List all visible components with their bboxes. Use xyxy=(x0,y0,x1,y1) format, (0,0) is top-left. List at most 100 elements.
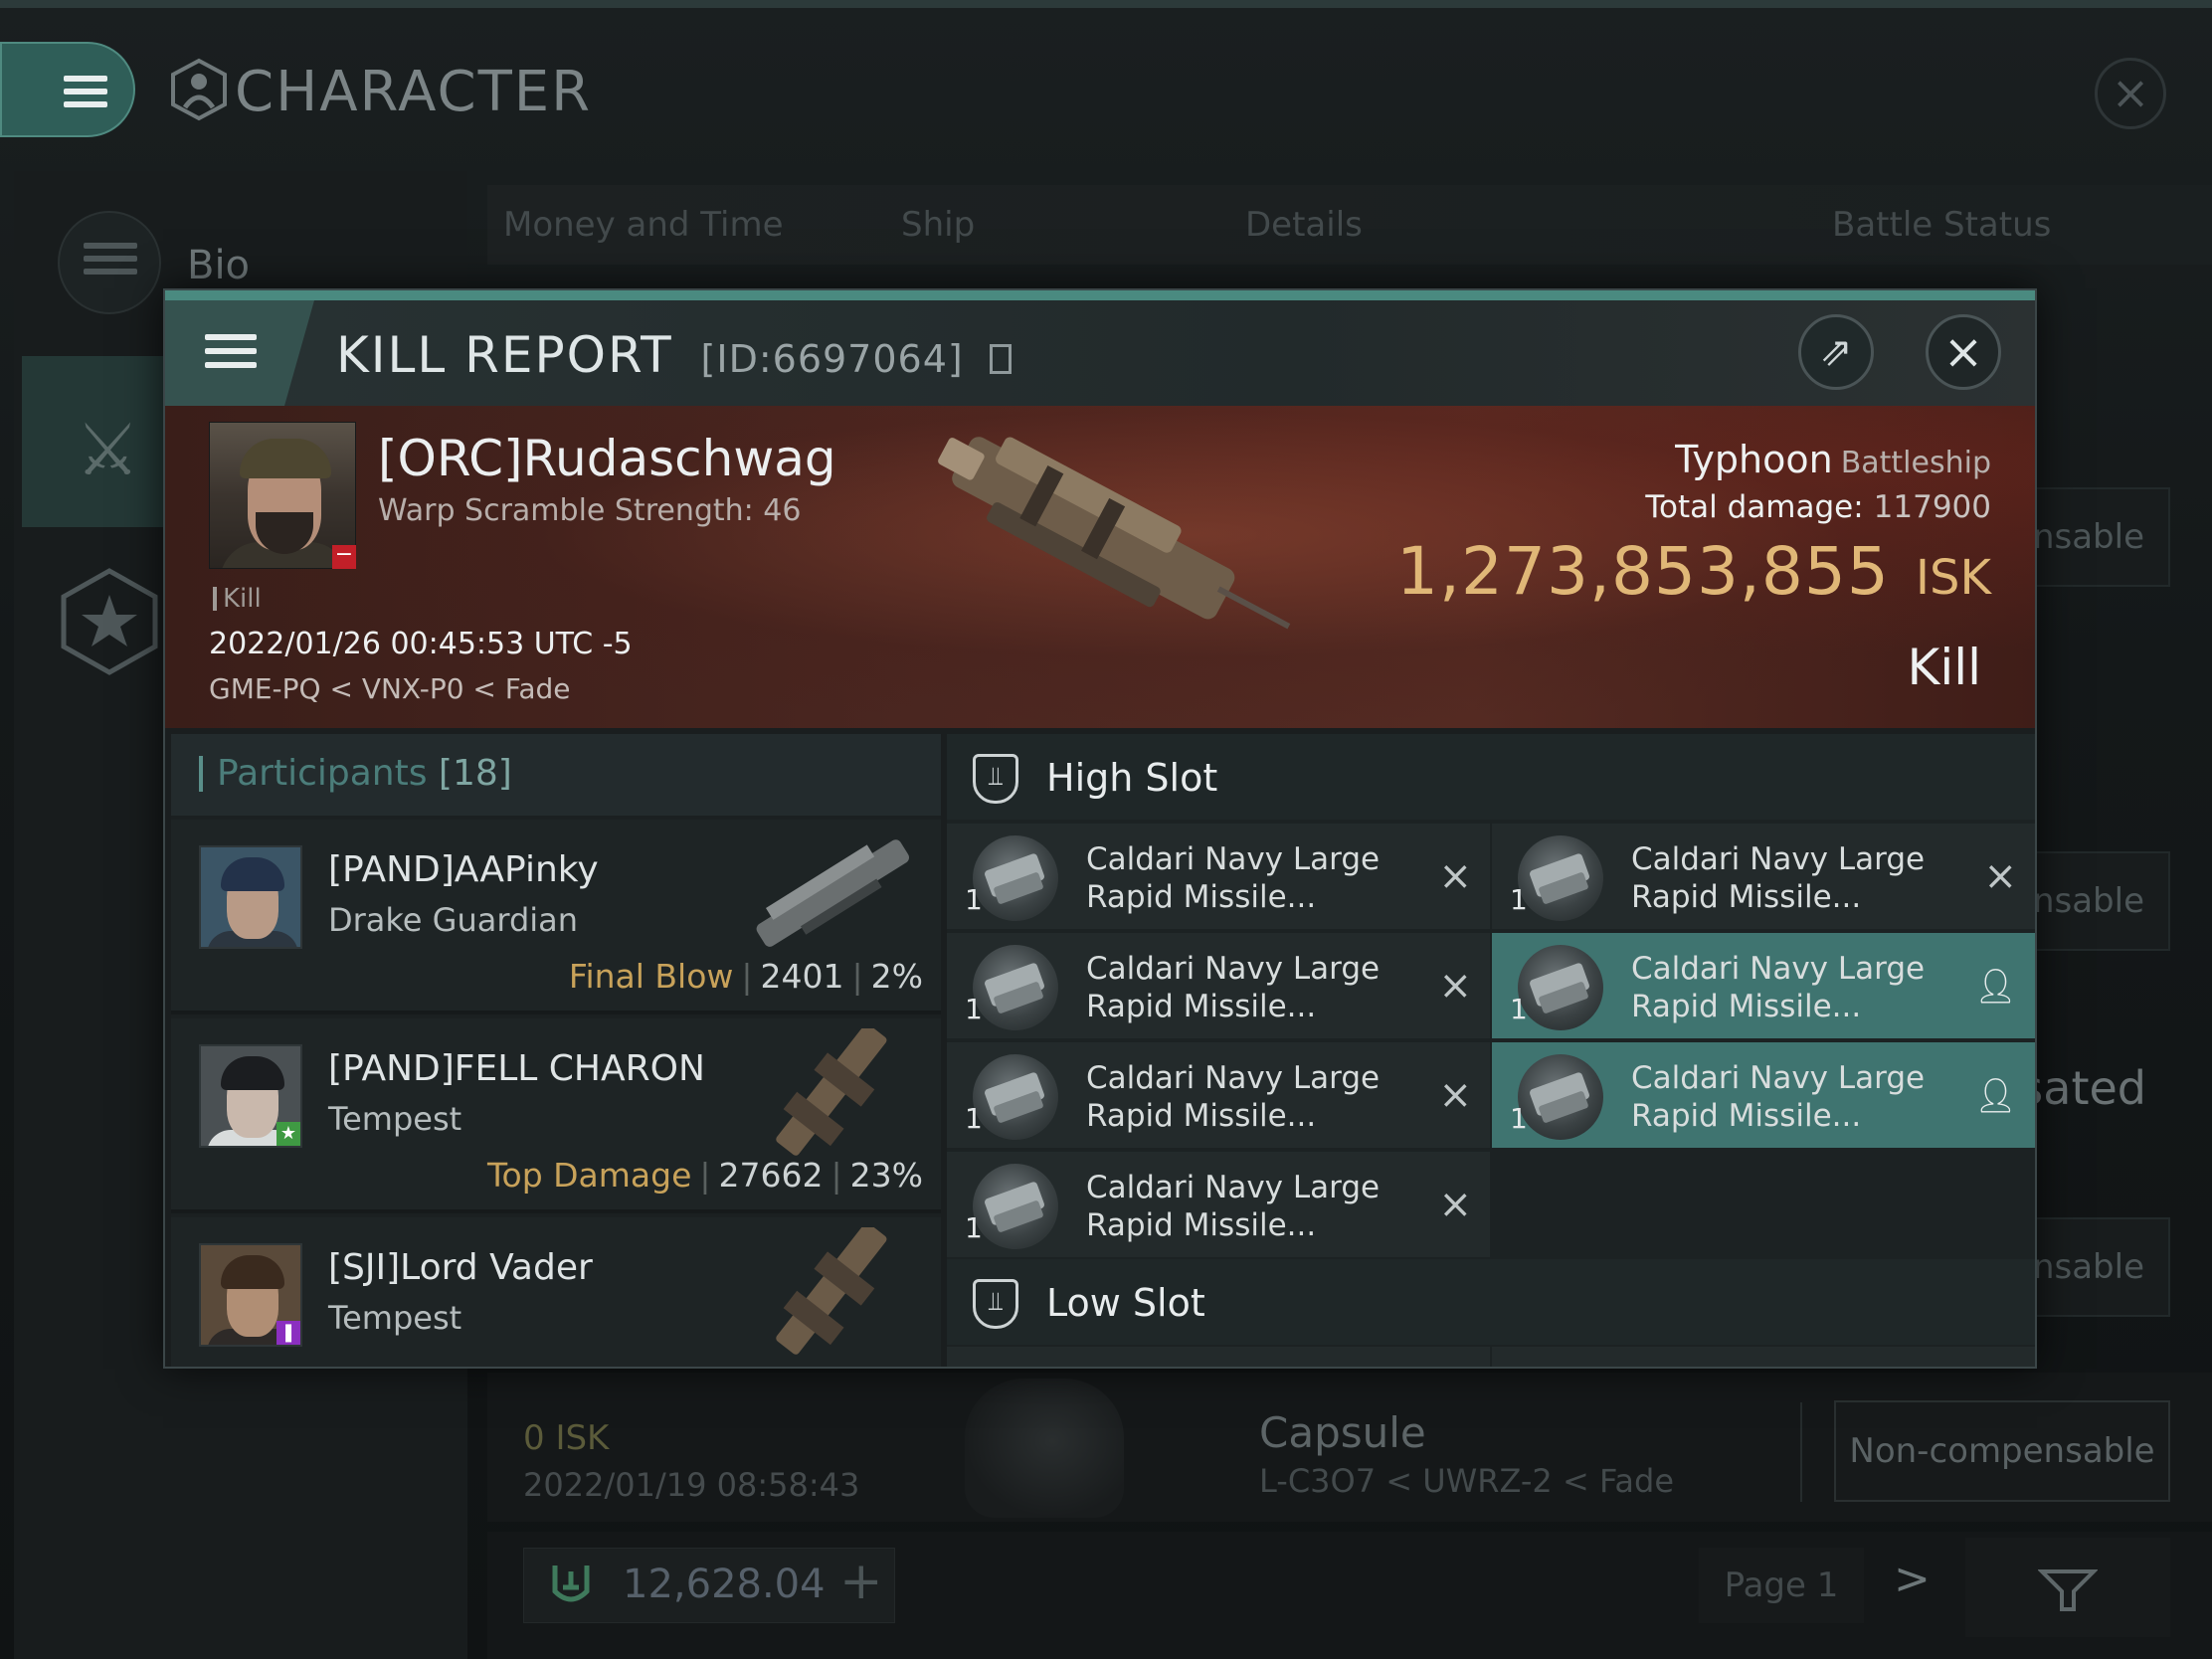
divider xyxy=(1800,1402,1802,1502)
share-button[interactable]: ⇗ xyxy=(1798,314,1874,390)
participant-name[interactable]: [SJI]Lord Vader xyxy=(328,1247,593,1288)
item-quantity: 1 xyxy=(965,993,983,1025)
participant-row[interactable]: ★ [PAND]FELL CHARON Tempest Top Damage | 2… xyxy=(171,1018,941,1213)
list-icon xyxy=(84,243,137,281)
external-link-icon: ⇗ xyxy=(1819,329,1853,375)
participants-count: [18] xyxy=(438,753,512,794)
participant-damage: 2401 xyxy=(760,957,844,996)
avatar[interactable] xyxy=(199,845,302,949)
high-slot-icon: ⫫ xyxy=(973,754,1018,804)
item-name-line1: Caldari Navy Large xyxy=(1631,841,1926,877)
sidebar-item-bio[interactable]: Bio xyxy=(187,243,250,288)
fitting-panel: ⫫ High Slot 1 Caldari Navy Large Rapid M… xyxy=(947,734,2035,1367)
add-funds-button[interactable]: + xyxy=(839,1552,883,1611)
fitted-item[interactable]: 1 Caldari Navy Large Rapid Missile... × xyxy=(947,933,1490,1038)
victim-ship-image[interactable] xyxy=(901,430,1319,648)
final-blow-tag: Final Blow xyxy=(568,957,734,996)
fitted-item[interactable]: 1 Caldari Navy Large Rapid Missile... × xyxy=(947,1152,1490,1257)
total-damage-label: Total damage: xyxy=(1645,489,1864,525)
item-name-line1: Caldari Navy Large xyxy=(1086,951,1381,987)
star-icon[interactable] xyxy=(58,567,161,676)
non-compensable-button[interactable]: Non-compensable xyxy=(1834,1400,2170,1502)
low-slot-icon: ⫫ xyxy=(973,1279,1018,1329)
fitted-item[interactable] xyxy=(1492,1347,2035,1367)
missile-launcher-icon xyxy=(1518,945,1603,1030)
sidebar-item-bio-icon[interactable] xyxy=(58,211,161,314)
close-button[interactable]: × xyxy=(1926,314,2001,390)
close-icon: × xyxy=(1942,324,1984,380)
participant-ship-image xyxy=(776,1028,887,1156)
top-damage-tag: Top Damage xyxy=(486,1156,692,1195)
dropped-person-icon: 👤︎ xyxy=(1973,967,2017,1007)
tab-battle-status[interactable]: Battle Status xyxy=(1832,205,2051,245)
hamburger-icon xyxy=(64,76,107,107)
destroyed-icon: × xyxy=(1438,1182,1472,1227)
dropped-person-icon: 👤︎ xyxy=(1973,1076,2017,1116)
fitted-item[interactable]: 1 Caldari Navy Large Rapid Missile... × xyxy=(947,824,1490,929)
participant-stats: Top Damage | 27662 | 23% xyxy=(486,1156,923,1195)
filter-button[interactable] xyxy=(1965,1538,2170,1637)
top-border xyxy=(0,0,2212,8)
item-name-line1: Caldari Navy Large xyxy=(1631,1060,1926,1096)
participant-percent: 2% xyxy=(870,957,923,996)
kill-location[interactable]: GME-PQ < VNX-P0 < Fade xyxy=(209,672,570,705)
participants-header: Participants [18] xyxy=(171,734,941,816)
avatar[interactable]: ❚ xyxy=(199,1243,302,1347)
item-quantity: 1 xyxy=(1510,993,1528,1025)
item-name-line2: Rapid Missile... xyxy=(1086,1207,1317,1243)
high-slot-label: High Slot xyxy=(1046,756,1218,800)
copy-icon[interactable] xyxy=(989,344,1012,374)
tab-ship[interactable]: Ship xyxy=(901,205,975,245)
low-slot-header: ⫫ Low Slot xyxy=(947,1259,2035,1345)
missile-launcher-icon xyxy=(1518,835,1603,921)
ship-class: Battleship xyxy=(1840,446,1991,480)
fitted-item[interactable] xyxy=(947,1347,1490,1367)
warp-scramble-strength: Warp Scramble Strength: 46 xyxy=(378,493,802,528)
fitted-item-dropped[interactable]: 1 Caldari Navy Large Rapid Missile... 👤︎ xyxy=(1492,1042,2035,1148)
participant-name[interactable]: [PAND]FELL CHARON xyxy=(328,1048,705,1089)
participant-ship: Tempest xyxy=(328,1299,462,1337)
item-name-line2: Rapid Missile... xyxy=(1086,1098,1317,1134)
victim-name[interactable]: [ORC]Rudaschwag xyxy=(378,430,836,487)
wallet-icon xyxy=(547,1562,595,1609)
tab-money-and-time[interactable]: Money and Time xyxy=(503,205,784,245)
capsule-location: L-C3O7 < UWRZ-2 < Fade xyxy=(1259,1462,1675,1500)
victim-ship-type[interactable]: Typhoon Battleship xyxy=(1675,438,1991,481)
item-name-line1: Caldari Navy Large xyxy=(1086,1170,1381,1205)
item-quantity: 1 xyxy=(1510,1102,1528,1135)
item-quantity: 1 xyxy=(965,1102,983,1135)
window-close-button[interactable]: × xyxy=(2095,58,2166,129)
participant-row[interactable]: [PAND]AAPinky Drake Guardian Final Blow |… xyxy=(171,820,941,1014)
item-quantity: 1 xyxy=(965,1211,983,1244)
item-quantity: 1 xyxy=(965,883,983,916)
item-name-line1: Caldari Navy Large xyxy=(1631,951,1926,987)
participant-name[interactable]: [PAND]AAPinky xyxy=(328,849,599,890)
participant-row[interactable]: ❚ [SJI]Lord Vader Tempest xyxy=(171,1217,941,1367)
kill-report-dialog: KILL REPORT [ID:6697064] ⇗ × − [ORC]Ruda… xyxy=(163,288,2037,1369)
kill-report-title: KILL REPORT xyxy=(336,326,673,384)
item-name-line1: Caldari Navy Large xyxy=(1086,1060,1381,1096)
participants-panel: Participants [18] [PAND]AAPinky Drake Gu… xyxy=(171,734,941,1367)
participant-ship: Tempest xyxy=(328,1100,462,1138)
participants-label: Participants xyxy=(217,753,428,794)
standing-badge-icon: ❚ xyxy=(276,1321,300,1345)
next-page-button[interactable]: > xyxy=(1894,1554,1931,1604)
page-indicator: Page 1 xyxy=(1699,1548,1864,1623)
main-menu-button[interactable] xyxy=(0,42,135,137)
participants-title: Participants [18] xyxy=(199,756,512,792)
dialog-accent-bar xyxy=(165,290,2035,300)
capsule-date: 2022/01/19 08:58:43 xyxy=(523,1466,860,1504)
participant-ship-image xyxy=(776,1227,887,1355)
fitted-item[interactable]: 1 Caldari Navy Large Rapid Missile... × xyxy=(1492,824,2035,929)
negative-standing-icon: − xyxy=(332,544,356,569)
standing-star-icon: ★ xyxy=(276,1122,300,1146)
close-icon: × xyxy=(2111,66,2150,119)
item-quantity: 1 xyxy=(1510,883,1528,916)
fitted-item[interactable]: 1 Caldari Navy Large Rapid Missile... × xyxy=(947,1042,1490,1148)
destroyed-icon: × xyxy=(1983,853,2017,899)
capsule-ship-name: Capsule xyxy=(1259,1408,1426,1457)
fitted-item-dropped[interactable]: 1 Caldari Navy Large Rapid Missile... 👤︎ xyxy=(1492,933,2035,1038)
tab-details[interactable]: Details xyxy=(1245,205,1363,245)
item-name-line1: Caldari Navy Large xyxy=(1086,841,1381,877)
avatar[interactable]: ★ xyxy=(199,1044,302,1148)
